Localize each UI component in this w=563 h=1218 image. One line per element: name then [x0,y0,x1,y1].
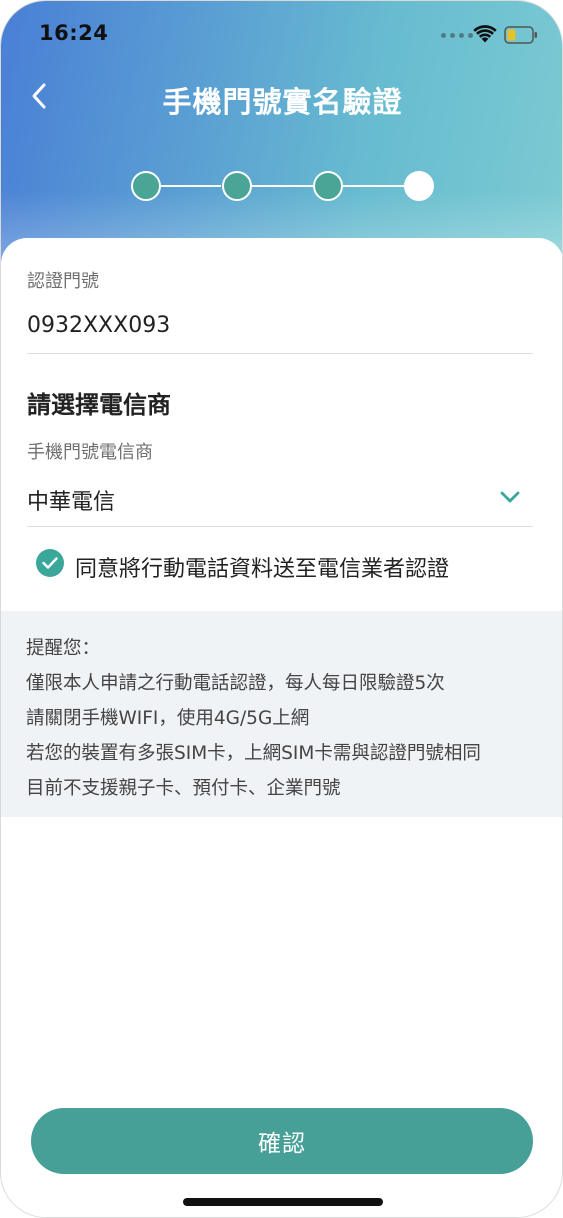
consent-text[interactable]: 同意將行動電話資料送至電信業者認證 [75,551,449,583]
carrier-section-title: 請選擇電信商 [27,391,171,419]
checkmark-icon [42,557,58,569]
chevron-down-icon[interactable] [499,490,521,504]
step-1-dot [131,171,161,201]
notice-line: 目前不支援親子卡、預付卡、企業門號 [26,778,341,799]
status-time: 16:24 [39,21,109,45]
progress-stepper [131,169,436,203]
home-indicator [183,1198,383,1206]
notice-box: 提醒您： 僅限本人申請之行動電話認證，每人每日限驗證5次 請關閉手機WIFI，使… [1,611,562,817]
phone-screen: 16:24 手機門號實名驗證 認證門號 0932XXX093 請選擇電信商 手機… [0,0,563,1218]
wifi-icon [473,25,497,43]
divider [27,353,533,354]
phone-label: 認證門號 [27,271,99,292]
step-4-dot [404,171,434,201]
divider [27,526,533,527]
phone-number-value: 0932XXX093 [27,313,171,338]
step-3-dot [313,171,343,201]
notice-line: 僅限本人申請之行動電話認證，每人每日限驗證5次 [26,673,445,694]
confirm-button[interactable]: 確認 [31,1108,533,1174]
notice-title: 提醒您： [26,638,101,659]
step-connector [251,185,313,187]
step-connector [161,185,221,187]
carrier-select[interactable]: 中華電信 [27,484,115,516]
notice-line: 若您的裝置有多張SIM卡，上網SIM卡需與認證門號相同 [26,743,481,764]
notice-line: 請關閉手機WIFI，使用4G/5G上網 [26,708,310,729]
page-title: 手機門號實名驗證 [162,85,403,119]
step-2-dot [222,171,252,201]
signal-dots-icon [441,33,473,38]
form-card: 認證門號 0932XXX093 請選擇電信商 手機門號電信商 中華電信 同意將行… [1,238,562,1217]
battery-icon [504,26,537,44]
consent-checkbox[interactable] [36,549,64,577]
carrier-label: 手機門號電信商 [27,442,153,463]
step-connector [343,185,405,187]
status-bar: 16:24 [1,1,562,67]
